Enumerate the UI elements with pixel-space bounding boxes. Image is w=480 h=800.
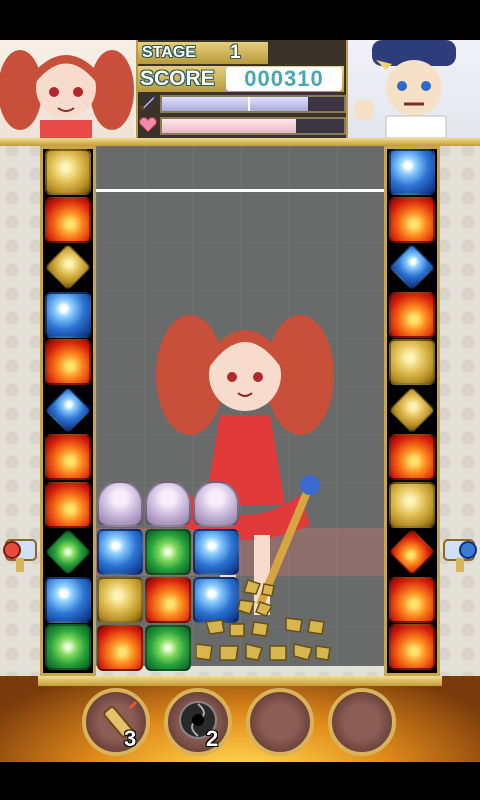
fire-gem: [97, 625, 143, 671]
earth-gem: [45, 149, 91, 195]
water-gem: [193, 529, 239, 575]
water-gem: [45, 576, 91, 623]
item-count: 3: [124, 726, 137, 751]
water-gem: [389, 149, 435, 195]
nav-bar: [0, 762, 480, 800]
life-gauge-fill: [162, 119, 296, 133]
gauge-marker: [248, 97, 250, 111]
fire-gem: [389, 576, 435, 623]
attack-gauge-fill: [162, 97, 308, 111]
staff-orb: [300, 475, 320, 495]
wind-gem: [145, 529, 191, 575]
opponent-face: [386, 60, 442, 116]
item-slot-dynamite[interactable]: 3: [82, 688, 150, 756]
stage-number: 1: [230, 42, 241, 63]
status-bar: [0, 0, 480, 40]
fire-gem: [45, 339, 91, 385]
ghost-block: [97, 481, 143, 527]
stage-label: STAGE: [142, 44, 196, 61]
wind-gem: [45, 624, 91, 670]
left-cannon-icon: [2, 528, 40, 574]
opponent-hand: [354, 100, 374, 120]
earth-gem: [389, 481, 435, 528]
fire-gem: [389, 196, 435, 243]
ghost-block: [145, 481, 191, 527]
fire-gem: [45, 481, 91, 528]
earth-rubble: [195, 578, 336, 668]
item-tray: [0, 676, 480, 762]
fire-gem: [389, 434, 435, 480]
item-slot-empty[interactable]: [246, 688, 314, 756]
item-slot-black-hole[interactable]: 2: [164, 688, 232, 756]
fire-gem: [389, 291, 435, 338]
item-slot-empty[interactable]: [328, 688, 396, 756]
fire-gem: [45, 196, 91, 243]
water-gem: [45, 291, 91, 338]
fire-gem: [45, 434, 91, 480]
sword-icon: [138, 94, 158, 112]
ghost-block: [193, 481, 239, 527]
earth-gem: [389, 339, 435, 385]
hair-right-tail: [90, 50, 134, 130]
wind-gem: [145, 625, 191, 671]
score-label: SCORE: [140, 67, 215, 90]
stage-panel: STAGE 1: [138, 42, 268, 64]
tray-trim: [38, 676, 442, 686]
fire-gem: [145, 577, 191, 623]
opponent-portrait: [346, 40, 480, 138]
earth-gem: [97, 577, 143, 623]
right-cannon-icon: [440, 528, 478, 574]
heart-icon: [138, 116, 158, 134]
item-count: 2: [206, 726, 219, 751]
fire-gem: [389, 624, 435, 670]
board-top-trim: [0, 138, 480, 146]
player-portrait: [0, 40, 134, 138]
water-gem: [97, 529, 143, 575]
limit-line: [96, 189, 384, 192]
score-value: 000310: [226, 67, 342, 91]
hair-left-tail: [0, 50, 42, 130]
